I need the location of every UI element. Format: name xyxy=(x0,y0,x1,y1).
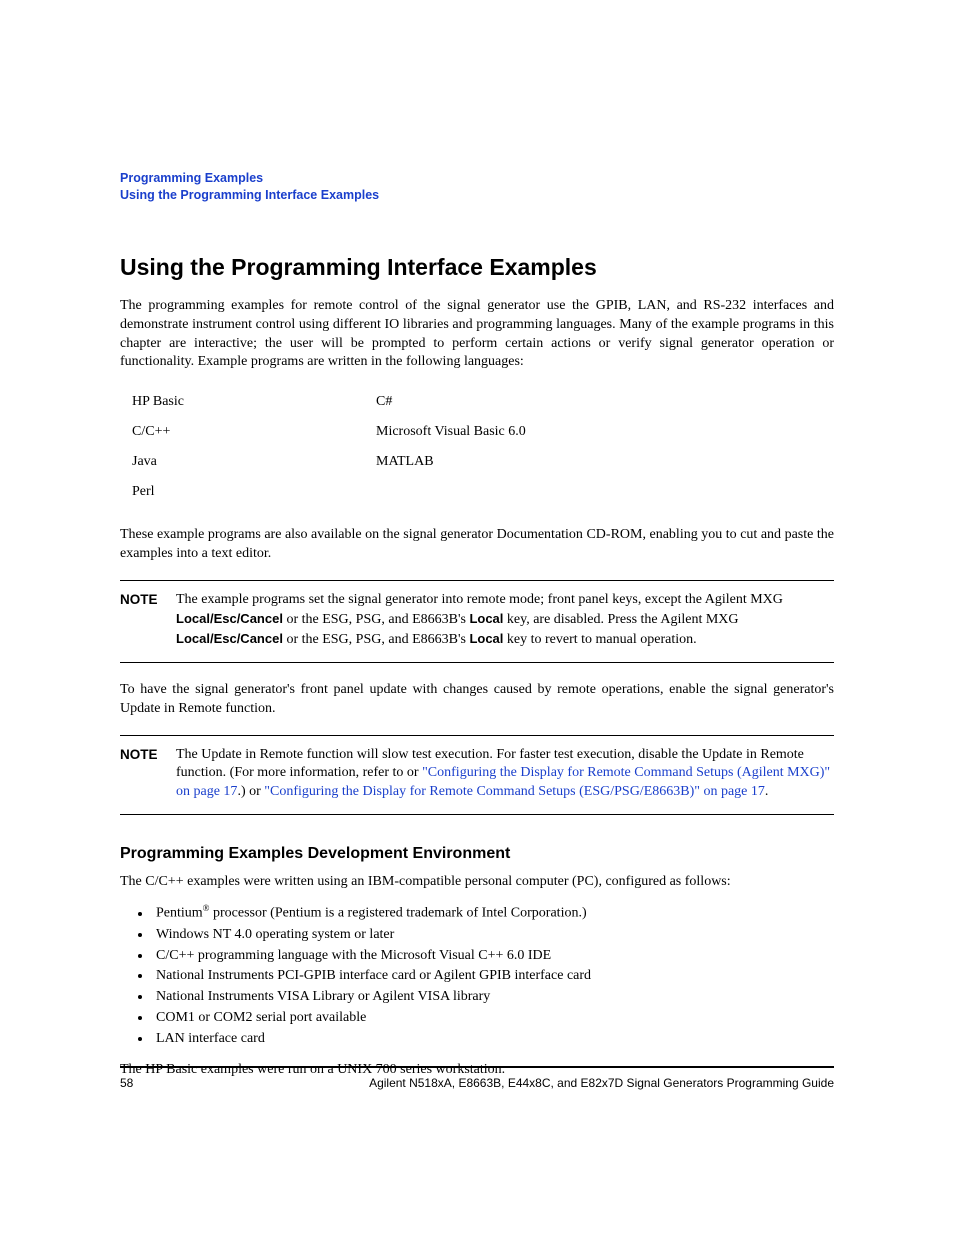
paragraph: The C/C++ examples were written using an… xyxy=(120,873,834,892)
paragraph: To have the signal generator's front pan… xyxy=(120,681,834,719)
footer-title: Agilent N518xA, E8663B, E44x8C, and E82x… xyxy=(369,1076,834,1090)
header-link-section[interactable]: Using the Programming Interface Examples xyxy=(120,188,379,202)
list-item: LAN interface card xyxy=(152,1030,834,1049)
list-item: Pentium® processor (Pentium is a registe… xyxy=(152,902,834,924)
list-item: National Instruments VISA Library or Agi… xyxy=(152,988,834,1007)
page-footer: 58 Agilent N518xA, E8663B, E44x8C, and E… xyxy=(120,1066,834,1090)
note-label: NOTE xyxy=(120,591,176,650)
table-row: HP Basic C# xyxy=(132,388,526,416)
lang-cell: MATLAB xyxy=(376,448,526,476)
lang-cell: Perl xyxy=(132,478,374,506)
xref-link[interactable]: "Configuring the Display for Remote Comm… xyxy=(264,784,765,799)
note-body: The example programs set the signal gene… xyxy=(176,591,834,650)
lang-cell xyxy=(376,478,526,506)
lang-cell: HP Basic xyxy=(132,388,374,416)
note-label: NOTE xyxy=(120,746,176,803)
languages-table: HP Basic C# C/C++ Microsoft Visual Basic… xyxy=(130,386,528,508)
section-heading: Using the Programming Interface Examples xyxy=(120,254,834,281)
note-block: NOTE The example programs set the signal… xyxy=(120,580,834,663)
page-number: 58 xyxy=(120,1076,133,1090)
note-body: The Update in Remote function will slow … xyxy=(176,746,834,803)
subsection-heading: Programming Examples Development Environ… xyxy=(120,845,834,863)
paragraph: These example programs are also availabl… xyxy=(120,526,834,564)
header-link-chapter[interactable]: Programming Examples xyxy=(120,171,263,185)
table-row: Java MATLAB xyxy=(132,448,526,476)
intro-paragraph: The programming examples for remote cont… xyxy=(120,297,834,373)
list-item: Windows NT 4.0 operating system or later xyxy=(152,926,834,945)
table-row: C/C++ Microsoft Visual Basic 6.0 xyxy=(132,418,526,446)
bullet-list: Pentium® processor (Pentium is a registe… xyxy=(120,902,834,1049)
list-item: National Instruments PCI-GPIB interface … xyxy=(152,967,834,986)
table-row: Perl xyxy=(132,478,526,506)
document-page: Programming Examples Using the Programmi… xyxy=(0,0,954,1235)
list-item: C/C++ programming language with the Micr… xyxy=(152,947,834,966)
running-header: Programming Examples Using the Programmi… xyxy=(120,170,834,204)
list-item: COM1 or COM2 serial port available xyxy=(152,1009,834,1028)
registered-mark: ® xyxy=(203,903,210,913)
lang-cell: Microsoft Visual Basic 6.0 xyxy=(376,418,526,446)
lang-cell: C/C++ xyxy=(132,418,374,446)
note-block: NOTE The Update in Remote function will … xyxy=(120,735,834,816)
lang-cell: Java xyxy=(132,448,374,476)
lang-cell: C# xyxy=(376,388,526,416)
